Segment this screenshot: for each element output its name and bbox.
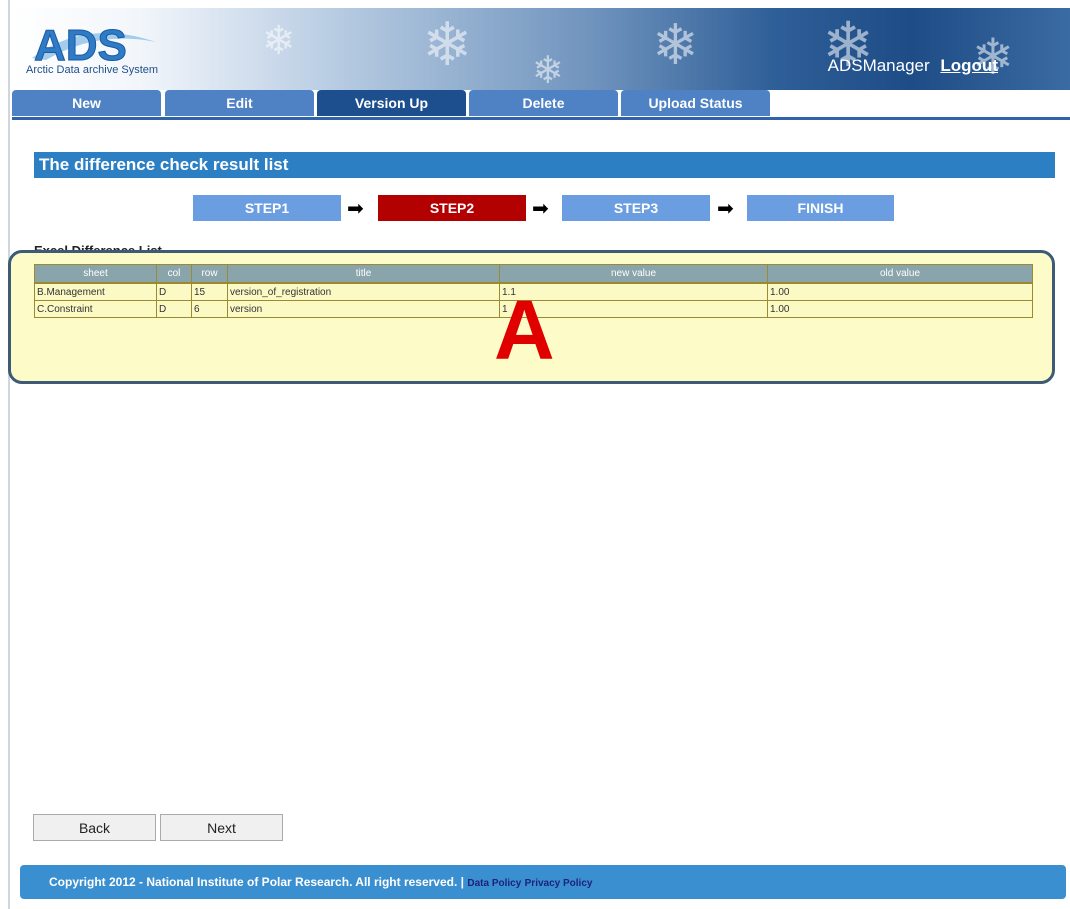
- cell-sheet: B.Management: [34, 282, 157, 301]
- header-banner: ❄ ❄ ❄ ❄ ❄ ❄ ADS Arctic Data archive Syst…: [12, 8, 1070, 90]
- tab-version-up[interactable]: Version Up: [317, 90, 466, 116]
- tab-upload-status[interactable]: Upload Status: [621, 90, 770, 116]
- snowflake-icon: ❄: [262, 18, 296, 64]
- page-title: The difference check result list: [34, 152, 1055, 178]
- column-header-title: title: [227, 264, 500, 284]
- cell-old-value: 1.00: [767, 282, 1033, 301]
- annotation-label: A: [494, 283, 555, 377]
- cell-title: version_of_registration: [227, 282, 500, 301]
- step-3: STEP3: [562, 195, 710, 221]
- tab-edit[interactable]: Edit: [165, 90, 314, 116]
- footer-separator: |: [460, 875, 465, 889]
- privacy-policy-link[interactable]: Privacy Policy: [525, 878, 593, 889]
- cell-row: 6: [191, 300, 228, 318]
- user-area: ADSManager Logout: [828, 56, 998, 76]
- step-finish: FINISH: [747, 195, 894, 221]
- cell-row: 15: [191, 282, 228, 301]
- cell-old-value: 1.00: [767, 300, 1033, 318]
- main-tabs: New Edit Version Up Delete Upload Status: [12, 90, 1070, 118]
- footer-copyright: Copyright 2012 - National Institute of P…: [49, 875, 458, 889]
- snowflake-icon: ❄: [652, 13, 699, 78]
- username: ADSManager: [827, 56, 930, 75]
- next-button[interactable]: Next: [160, 814, 283, 841]
- tab-delete[interactable]: Delete: [469, 90, 618, 116]
- arrow-right-icon: ➡: [347, 196, 364, 220]
- arrow-right-icon: ➡: [532, 196, 549, 220]
- logo-subtitle: Arctic Data archive System: [26, 64, 159, 76]
- cell-sheet: C.Constraint: [34, 300, 157, 318]
- column-header-new-value: new value: [499, 264, 768, 284]
- step-1: STEP1: [193, 195, 341, 221]
- column-header-old-value: old value: [767, 264, 1033, 284]
- back-button[interactable]: Back: [33, 814, 156, 841]
- data-policy-link[interactable]: Data Policy: [467, 878, 521, 889]
- column-header-sheet: sheet: [34, 264, 157, 284]
- tab-underline: [12, 117, 1070, 120]
- left-border: [8, 0, 10, 909]
- footer: Copyright 2012 - National Institute of P…: [20, 865, 1066, 899]
- cell-title: version: [227, 300, 500, 318]
- step-2: STEP2: [378, 195, 526, 221]
- snowflake-icon: ❄: [422, 10, 473, 80]
- logout-link[interactable]: Logout: [940, 56, 998, 75]
- arrow-right-icon: ➡: [717, 196, 734, 220]
- cell-col: D: [156, 282, 192, 301]
- column-header-row: row: [191, 264, 228, 284]
- cell-col: D: [156, 300, 192, 318]
- column-header-col: col: [156, 264, 192, 284]
- logo-text: ADS: [34, 21, 127, 70]
- tab-new[interactable]: New: [12, 90, 161, 116]
- snowflake-icon: ❄: [532, 48, 564, 90]
- table-header-row: sheet col row title new value old value: [34, 264, 1033, 284]
